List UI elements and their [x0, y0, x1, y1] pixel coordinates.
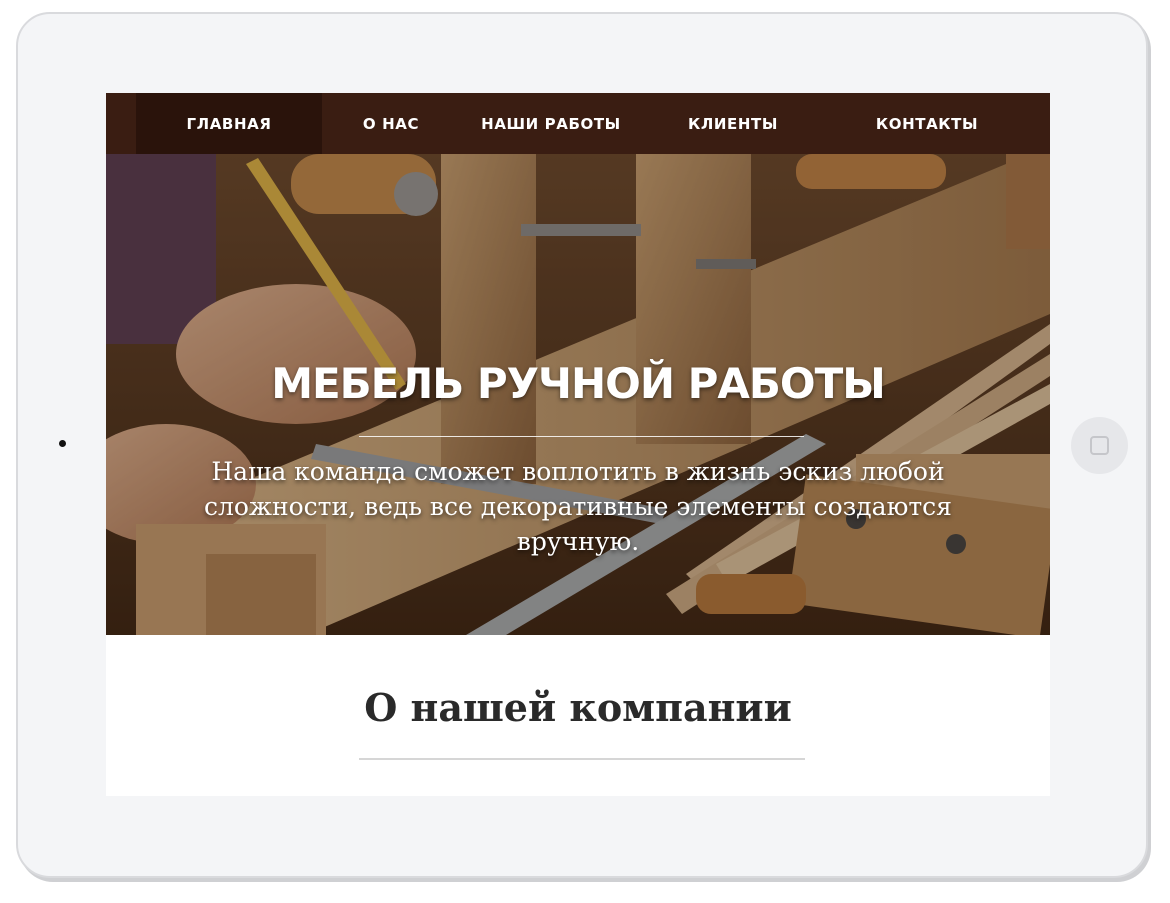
nav-item-contacts[interactable]: КОНТАКТЫ — [824, 93, 1030, 154]
hero-title: МЕБЕЛЬ РУЧНОЙ РАБОТЫ — [271, 359, 886, 408]
hero-divider — [359, 436, 804, 437]
about-section-title: О нашей компании — [364, 685, 792, 730]
nav-item-clients[interactable]: КЛИЕНТЫ — [642, 93, 824, 154]
main-navigation: ГЛАВНАЯ О НАС НАШИ РАБОТЫ КЛИЕНТЫ КОНТАК… — [106, 93, 1050, 154]
home-button[interactable] — [1071, 417, 1128, 474]
website-screen: ГЛАВНАЯ О НАС НАШИ РАБОТЫ КЛИЕНТЫ КОНТАК… — [106, 93, 1050, 796]
nav-item-about[interactable]: О НАС — [322, 93, 460, 154]
square-home-icon — [1090, 436, 1109, 455]
hero-description: Наша команда сможет воплотить в жизнь эс… — [204, 457, 952, 556]
hero-section: МЕБЕЛЬ РУЧНОЙ РАБОТЫ Наша команда сможет… — [106, 154, 1050, 635]
nav-item-home[interactable]: ГЛАВНАЯ — [136, 93, 322, 154]
about-divider — [359, 758, 805, 760]
bullet-dot-icon — [59, 440, 66, 447]
nav-item-works[interactable]: НАШИ РАБОТЫ — [460, 93, 642, 154]
